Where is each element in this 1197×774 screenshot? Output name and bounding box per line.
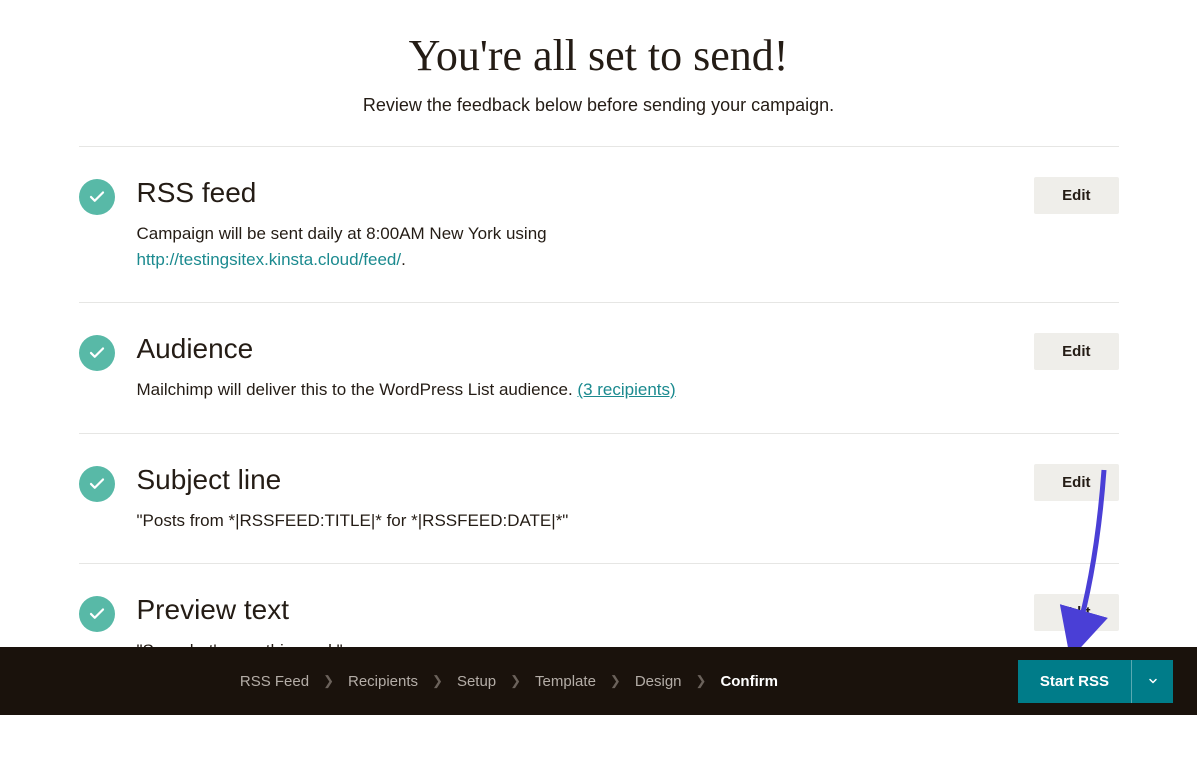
chevron-right-icon: ❯ bbox=[510, 673, 521, 689]
page-title: You're all set to send! bbox=[79, 30, 1119, 81]
edit-subject-button[interactable]: Edit bbox=[1034, 464, 1118, 501]
start-rss-button[interactable]: Start RSS bbox=[1018, 660, 1131, 703]
section-desc-rss: Campaign will be sent daily at 8:00AM Ne… bbox=[137, 221, 1013, 272]
start-rss-dropdown[interactable] bbox=[1131, 660, 1173, 703]
start-rss-group: Start RSS bbox=[1018, 660, 1173, 703]
check-icon bbox=[79, 335, 115, 371]
section-title-subject: Subject line bbox=[137, 464, 1013, 496]
step-confirm[interactable]: Confirm bbox=[720, 673, 778, 690]
check-icon bbox=[79, 179, 115, 215]
edit-audience-button[interactable]: Edit bbox=[1034, 333, 1118, 370]
check-icon bbox=[79, 596, 115, 632]
step-template[interactable]: Template bbox=[535, 673, 596, 690]
section-title-rss: RSS feed bbox=[137, 177, 1013, 209]
step-design[interactable]: Design bbox=[635, 673, 682, 690]
step-setup[interactable]: Setup bbox=[457, 673, 496, 690]
section-audience: Audience Mailchimp will deliver this to … bbox=[79, 302, 1119, 433]
step-recipients[interactable]: Recipients bbox=[348, 673, 418, 690]
section-title-preview: Preview text bbox=[137, 594, 1013, 626]
page-subtitle: Review the feedback below before sending… bbox=[79, 95, 1119, 116]
section-desc-audience: Mailchimp will deliver this to the WordP… bbox=[137, 377, 1013, 403]
chevron-down-icon bbox=[1147, 675, 1159, 687]
section-title-audience: Audience bbox=[137, 333, 1013, 365]
recipients-link[interactable]: (3 recipients) bbox=[577, 380, 675, 399]
rss-desc-suffix: . bbox=[401, 250, 406, 269]
section-rss-feed: RSS feed Campaign will be sent daily at … bbox=[79, 146, 1119, 302]
rss-desc-prefix: Campaign will be sent daily at 8:00AM Ne… bbox=[137, 224, 547, 243]
edit-preview-button[interactable]: Edit bbox=[1034, 594, 1118, 631]
check-icon bbox=[79, 466, 115, 502]
section-subject: Subject line "Posts from *|RSSFEED:TITLE… bbox=[79, 433, 1119, 564]
edit-rss-button[interactable]: Edit bbox=[1034, 177, 1118, 214]
chevron-right-icon: ❯ bbox=[432, 673, 443, 689]
hero-header: You're all set to send! Review the feedb… bbox=[79, 20, 1119, 146]
breadcrumb: RSS Feed ❯ Recipients ❯ Setup ❯ Template… bbox=[0, 673, 1018, 690]
chevron-right-icon: ❯ bbox=[323, 673, 334, 689]
rss-feed-link[interactable]: http://testingsitex.kinsta.cloud/feed/ bbox=[137, 250, 402, 269]
chevron-right-icon: ❯ bbox=[610, 673, 621, 689]
footer-bar: RSS Feed ❯ Recipients ❯ Setup ❯ Template… bbox=[0, 647, 1197, 715]
audience-desc-prefix: Mailchimp will deliver this to the WordP… bbox=[137, 380, 578, 399]
chevron-right-icon: ❯ bbox=[696, 673, 707, 689]
section-desc-subject: "Posts from *|RSSFEED:TITLE|* for *|RSSF… bbox=[137, 508, 1013, 534]
step-rss-feed[interactable]: RSS Feed bbox=[240, 673, 309, 690]
